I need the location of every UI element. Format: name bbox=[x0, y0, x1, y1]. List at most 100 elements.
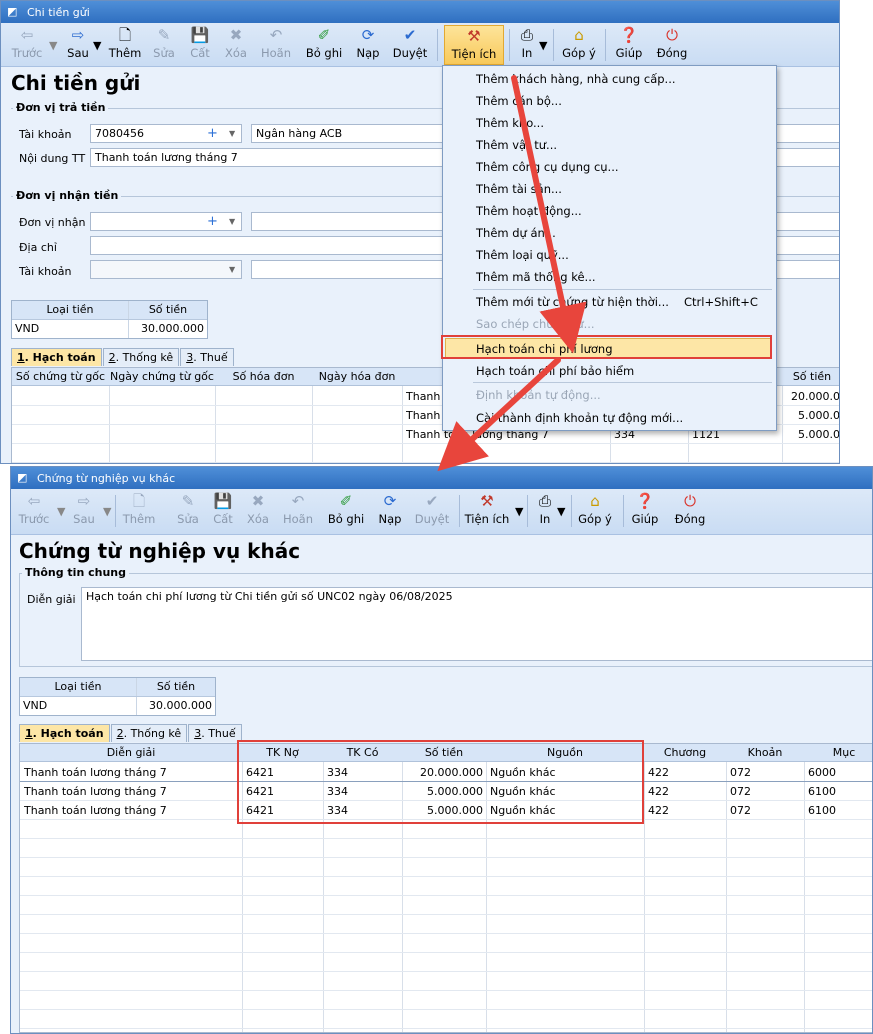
tab-tax[interactable]: 3. Thuế bbox=[180, 348, 234, 366]
chevron-down-icon[interactable]: ▼ bbox=[557, 505, 565, 518]
item-cell[interactable]: 072 bbox=[730, 782, 800, 801]
menu-item-add-material[interactable]: Thêm vật tư... bbox=[476, 138, 557, 152]
plus-icon[interactable]: + bbox=[207, 125, 218, 142]
chapter-cell[interactable]: 422 bbox=[648, 782, 718, 801]
payee-account-combo[interactable] bbox=[90, 260, 242, 279]
plus-icon[interactable]: + bbox=[207, 213, 218, 230]
chevron-down-icon[interactable]: ▼ bbox=[539, 39, 547, 52]
menu-item-copy-voucher[interactable]: Sao chép chứng từ... bbox=[476, 317, 595, 331]
item-cell[interactable]: 072 bbox=[730, 801, 800, 820]
description-cell[interactable]: Thanh toán lương tháng 7 bbox=[24, 782, 240, 801]
print-button[interactable]: ⎙ In bbox=[533, 491, 557, 531]
chapter-cell[interactable]: 422 bbox=[648, 801, 718, 820]
payee-combo[interactable] bbox=[90, 212, 242, 231]
section-cell[interactable]: 6100 bbox=[808, 801, 872, 820]
amount-cell[interactable]: 5.000.0 bbox=[784, 425, 839, 444]
add-button[interactable]: 🗋 Thêm bbox=[121, 491, 157, 531]
menu-item-install-auto-entry[interactable]: Cài thành định khoản tự động mới... bbox=[476, 411, 683, 425]
feedback-button[interactable]: ⌂ Góp ý bbox=[577, 491, 613, 531]
menu-item-add-stat-code[interactable]: Thêm mã thống kê... bbox=[476, 270, 596, 284]
feedback-button[interactable]: ⌂ Góp ý bbox=[559, 25, 599, 65]
next-button[interactable]: ⇨ Sau bbox=[63, 25, 93, 65]
approve-button[interactable]: ✔ Duyệt bbox=[413, 491, 451, 531]
menu-item-auto-entry[interactable]: Định khoản tự động... bbox=[476, 388, 601, 402]
utilities-button[interactable]: ⚒ Tiện ích bbox=[463, 491, 511, 531]
currency-cell[interactable]: VND bbox=[12, 320, 129, 338]
chevron-down-icon[interactable]: ▼ bbox=[93, 39, 101, 52]
menu-item-add-customer[interactable]: Thêm khách hàng, nhà cung cấp... bbox=[476, 72, 676, 86]
chevron-down-icon[interactable]: ▼ bbox=[515, 505, 523, 518]
edit-button[interactable]: ✎ Sửa bbox=[149, 25, 179, 65]
refresh-icon: ⟳ bbox=[383, 492, 397, 510]
column-header: Số chứng từ gốc bbox=[15, 370, 106, 383]
postpone-button[interactable]: ↶ Hoãn bbox=[279, 491, 317, 531]
unpost-icon: ✐ bbox=[317, 26, 331, 44]
description-cell[interactable]: Thanh toán lương tháng 7 bbox=[24, 763, 240, 782]
chevron-down-icon[interactable]: ▼ bbox=[49, 39, 57, 52]
add-button[interactable]: 🗋 Thêm bbox=[107, 25, 143, 65]
currency-table: Loại tiền Số tiền VND 30.000.000 bbox=[19, 677, 216, 716]
tab-accounting[interactable]: 1. Hạch toán bbox=[19, 724, 110, 742]
delete-button[interactable]: ✖ Xóa bbox=[221, 25, 251, 65]
unpost-button[interactable]: ✐ Bỏ ghi bbox=[325, 491, 367, 531]
amount-cell[interactable]: 30.000.000 bbox=[137, 697, 215, 715]
description-cell[interactable]: Thanh toán lương tháng 7 bbox=[24, 801, 240, 820]
print-button[interactable]: ⎙ In bbox=[515, 25, 539, 65]
address-label: Địa chỉ bbox=[19, 241, 57, 254]
content-label: Nội dung TT bbox=[19, 152, 86, 165]
amount-cell[interactable]: 30.000.000 bbox=[129, 320, 207, 338]
column-header: Số hóa đơn bbox=[232, 370, 295, 383]
save-button[interactable]: 💾 Cất bbox=[185, 25, 215, 65]
menu-item-add-warehouse[interactable]: Thêm kho... bbox=[476, 116, 544, 130]
chevron-down-icon[interactable]: ▼ bbox=[229, 213, 235, 230]
utilities-button[interactable]: ⚒ Tiện ích bbox=[444, 25, 504, 65]
next-button[interactable]: ⇨ Sau bbox=[69, 491, 99, 531]
amount-cell[interactable]: 5.000.0 bbox=[784, 406, 839, 425]
postpone-button[interactable]: ↶ Hoãn bbox=[257, 25, 295, 65]
unpost-button[interactable]: ✐ Bỏ ghi bbox=[303, 25, 345, 65]
chapter-cell[interactable]: 422 bbox=[648, 763, 718, 782]
account-combo[interactable]: 7080456 bbox=[90, 124, 242, 143]
tab-tax[interactable]: 3. Thuế bbox=[188, 724, 242, 742]
item-cell[interactable]: 072 bbox=[730, 763, 800, 782]
menu-item-add-project[interactable]: Thêm dự án... bbox=[476, 226, 556, 240]
delete-icon: ✖ bbox=[251, 492, 265, 510]
chevron-down-icon[interactable]: ▼ bbox=[229, 125, 235, 142]
prev-button[interactable]: ⇦ Trước bbox=[7, 25, 47, 65]
reload-button[interactable]: ⟳ Nạp bbox=[375, 491, 405, 531]
menu-item-new-from-current[interactable]: Thêm mới từ chứng từ hiện thời... Ctrl+S… bbox=[476, 295, 776, 309]
currency-cell[interactable]: VND bbox=[20, 697, 137, 715]
column-header: Số tiền bbox=[148, 303, 188, 316]
delete-button[interactable]: ✖ Xóa bbox=[243, 491, 273, 531]
amount-cell[interactable]: 20.000.0 bbox=[784, 387, 839, 406]
refresh-icon: ⟳ bbox=[361, 26, 375, 44]
menu-item-add-asset[interactable]: Thêm tài sản... bbox=[476, 182, 562, 196]
tab-accounting[interactable]: 1. Hạch toán bbox=[11, 348, 102, 366]
menu-item-add-tool[interactable]: Thêm công cụ dụng cụ... bbox=[476, 160, 619, 174]
help-button[interactable]: ❓ Giúp bbox=[629, 491, 661, 531]
tab-statistics[interactable]: 2. Thống kê bbox=[110, 724, 188, 742]
chevron-down-icon[interactable]: ▼ bbox=[229, 261, 235, 278]
section-cell[interactable]: 6000 bbox=[808, 763, 872, 782]
undo-icon: ↶ bbox=[291, 492, 305, 510]
save-button[interactable]: 💾 Cất bbox=[209, 491, 237, 531]
column-header: Ngày hóa đơn bbox=[318, 370, 396, 383]
section-cell[interactable]: 6100 bbox=[808, 782, 872, 801]
column-header: Loại tiền bbox=[20, 678, 137, 696]
chevron-down-icon[interactable]: ▼ bbox=[57, 505, 65, 518]
column-header: Loại tiền bbox=[12, 301, 129, 319]
approve-button[interactable]: ✔ Duyệt bbox=[391, 25, 429, 65]
close-button[interactable]: ⏻ Đóng bbox=[671, 491, 709, 531]
menu-item-insurance-cost[interactable]: Hạch toán chi phí bảo hiểm bbox=[476, 364, 634, 378]
chevron-down-icon[interactable]: ▼ bbox=[103, 505, 111, 518]
help-button[interactable]: ❓ Giúp bbox=[613, 25, 645, 65]
close-button[interactable]: ⏻ Đóng bbox=[653, 25, 691, 65]
edit-button[interactable]: ✎ Sửa bbox=[173, 491, 203, 531]
reload-button[interactable]: ⟳ Nạp bbox=[353, 25, 383, 65]
menu-item-add-activity[interactable]: Thêm hoạt động... bbox=[476, 204, 582, 218]
menu-item-add-fund-type[interactable]: Thêm loại quỹ... bbox=[476, 248, 569, 262]
prev-button[interactable]: ⇦ Trước bbox=[17, 491, 51, 531]
tab-statistics[interactable]: 2. Thống kê bbox=[102, 348, 180, 366]
menu-item-add-staff[interactable]: Thêm cán bộ... bbox=[476, 94, 562, 108]
description-field[interactable]: Hạch toán chi phí lương từ Chi tiền gửi … bbox=[81, 587, 872, 661]
